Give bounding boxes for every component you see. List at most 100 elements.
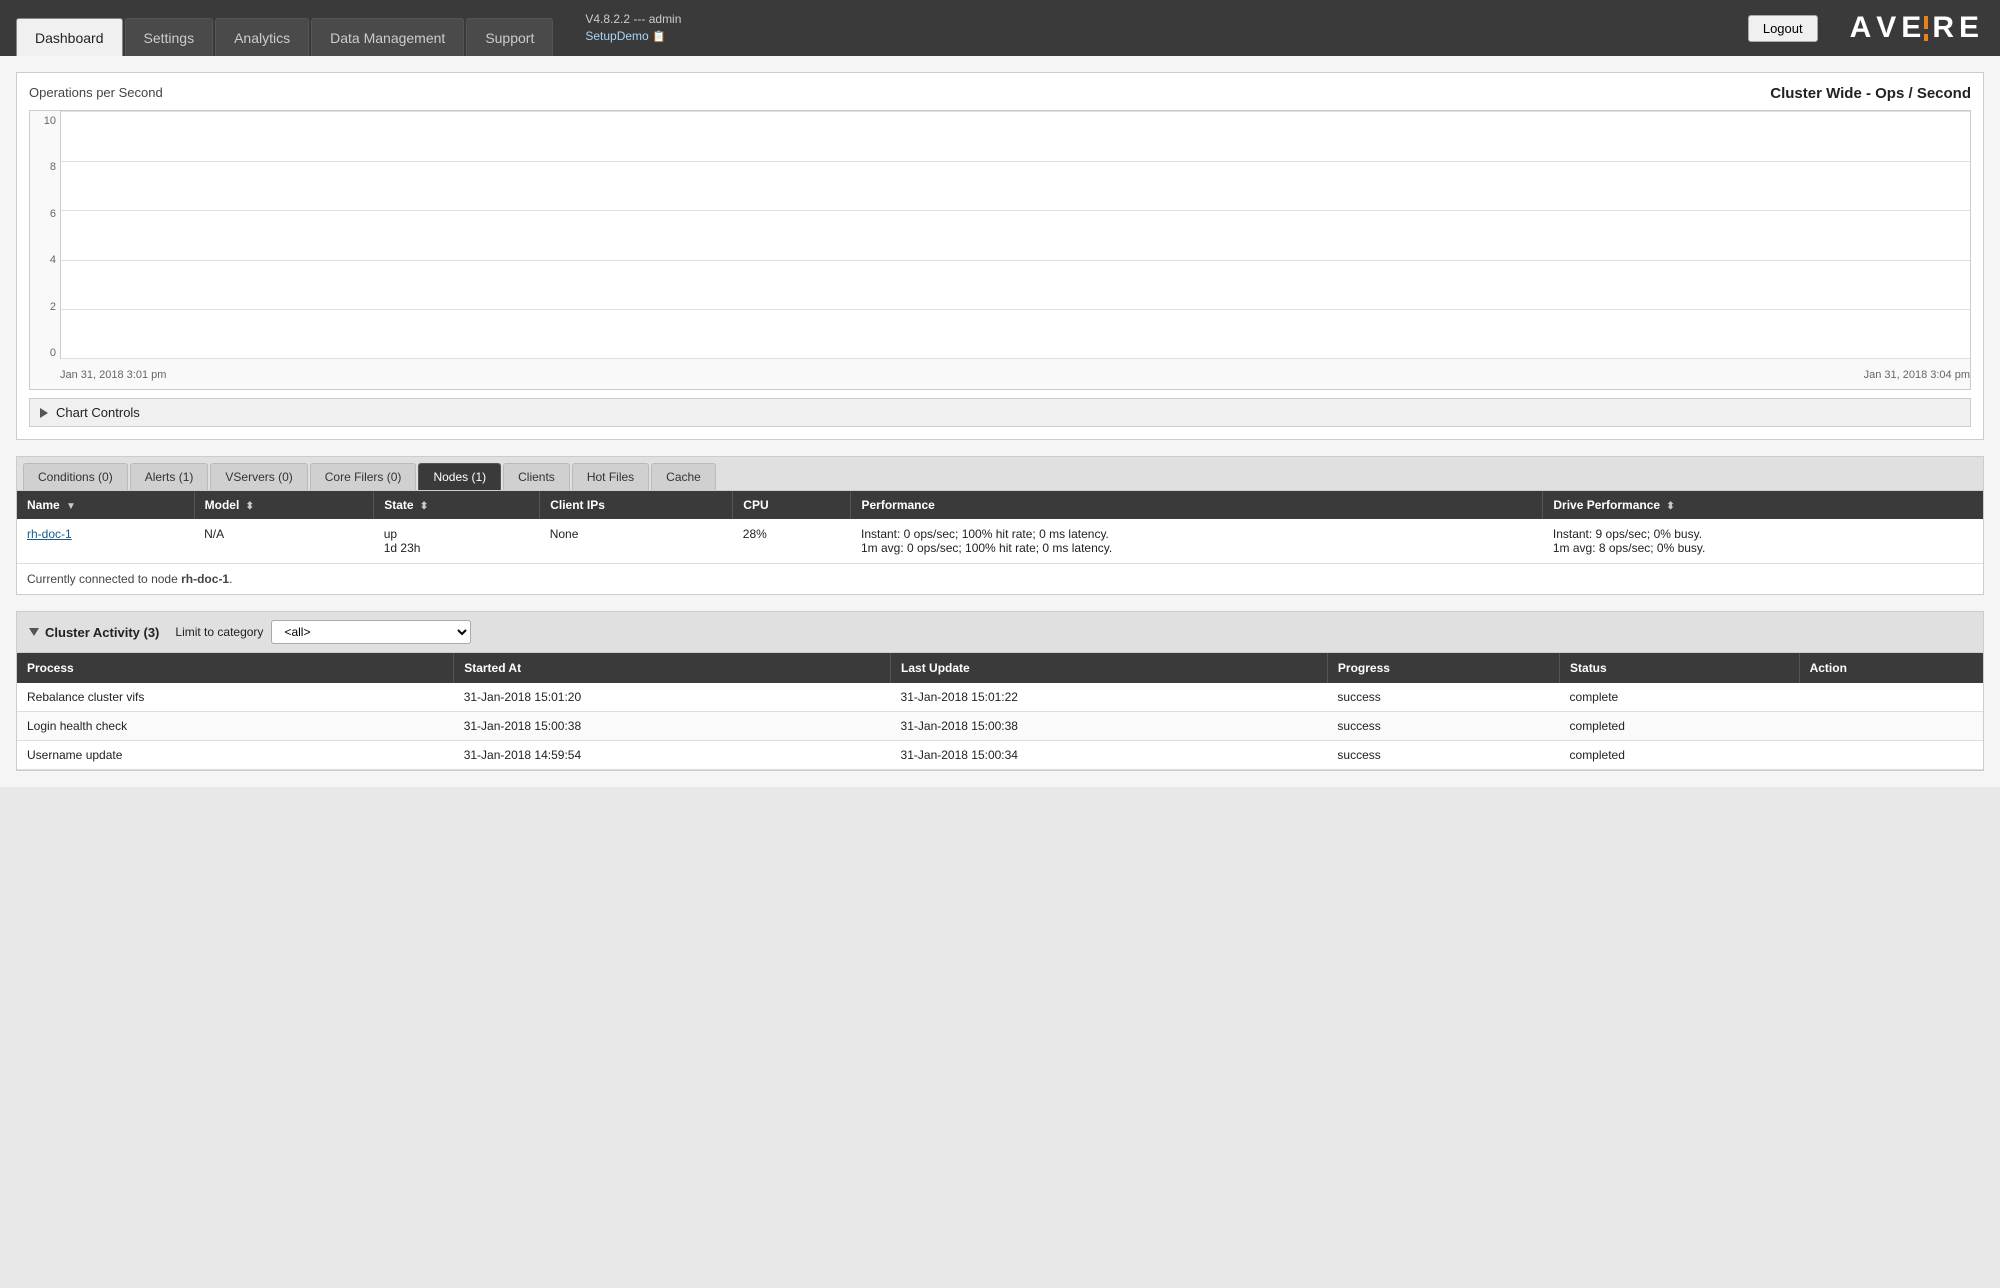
col-model: Model ⬍ <box>194 491 374 519</box>
activity-cell-action <box>1799 712 1983 741</box>
activity-rows: Rebalance cluster vifs31-Jan-2018 15:01:… <box>17 683 1983 770</box>
x-start: Jan 31, 2018 3:01 pm <box>60 369 166 381</box>
activity-row: Login health check31-Jan-2018 15:00:3831… <box>17 712 1983 741</box>
activity-cell-progress: success <box>1327 683 1559 712</box>
logo-r: R <box>1932 11 1959 45</box>
col-cpu: CPU <box>733 491 851 519</box>
col-drive-performance: Drive Performance ⬍ <box>1543 491 1983 519</box>
cell-model: N/A <box>194 519 374 564</box>
y-0: 0 <box>50 347 56 359</box>
tabs-section: Conditions (0) Alerts (1) VServers (0) C… <box>16 456 1984 595</box>
tab-core-filers[interactable]: Core Filers (0) <box>310 463 417 490</box>
avere-logo: A V E R E <box>1850 11 1984 45</box>
y-6: 6 <box>50 208 56 220</box>
activity-cell-status: completed <box>1560 741 1800 770</box>
nav-tabs: Dashboard Settings Analytics Data Manage… <box>16 0 555 56</box>
activity-cell-progress: success <box>1327 712 1559 741</box>
activity-cell-status: completed <box>1560 712 1800 741</box>
col-progress: Progress <box>1327 653 1559 683</box>
header-right: Logout A V E R E <box>1748 11 1984 45</box>
connected-node: rh-doc-1 <box>181 572 229 586</box>
sort-icon-state[interactable]: ⬍ <box>420 501 428 512</box>
activity-row: Rebalance cluster vifs31-Jan-2018 15:01:… <box>17 683 1983 712</box>
cell-name: rh-doc-1 <box>17 519 194 564</box>
cell-client-ips: None <box>540 519 733 564</box>
tab-conditions[interactable]: Conditions (0) <box>23 463 128 490</box>
col-name: Name ▼ <box>17 491 194 519</box>
tab-data-management[interactable]: Data Management <box>311 18 464 56</box>
grid-line-8 <box>61 161 1970 162</box>
limit-select[interactable]: <all> <box>271 620 471 644</box>
tab-cache[interactable]: Cache <box>651 463 716 490</box>
tab-analytics[interactable]: Analytics <box>215 18 309 56</box>
nodes-table: Name ▼ Model ⬍ State ⬍ Client IPs CPU <box>17 491 1983 564</box>
col-last-update: Last Update <box>891 653 1328 683</box>
table-row: rh-doc-1 N/A up 1d 23h None 28% Instant:… <box>17 519 1983 564</box>
tab-nodes[interactable]: Nodes (1) <box>418 463 501 490</box>
y-10: 10 <box>44 115 56 127</box>
activity-cell-started_at: 31-Jan-2018 14:59:54 <box>454 741 891 770</box>
activity-cell-last_update: 31-Jan-2018 15:01:22 <box>891 683 1328 712</box>
limit-label: Limit to category <box>175 625 263 639</box>
tab-content: Name ▼ Model ⬍ State ⬍ Client IPs CPU <box>17 491 1983 594</box>
grid-line-0 <box>61 358 1970 359</box>
version-info: V4.8.2.2 --- admin SetupDemo 📋 <box>585 11 681 45</box>
activity-cell-progress: success <box>1327 741 1559 770</box>
sort-icon-model[interactable]: ⬍ <box>246 501 254 512</box>
tab-clients[interactable]: Clients <box>503 463 570 490</box>
tab-dashboard[interactable]: Dashboard <box>16 18 123 56</box>
activity-cell-last_update: 31-Jan-2018 15:00:34 <box>891 741 1328 770</box>
grid-line-6 <box>61 210 1970 211</box>
col-status: Status <box>1560 653 1800 683</box>
col-performance: Performance <box>851 491 1543 519</box>
cluster-wide-label: Cluster Wide - Ops / Second <box>1770 85 1971 102</box>
activity-title-text: Cluster Activity (3) <box>45 625 159 640</box>
activity-collapse-icon[interactable] <box>29 628 39 636</box>
limit-category: Limit to category <all> <box>175 620 471 644</box>
activity-row: Username update31-Jan-2018 14:59:5431-Ja… <box>17 741 1983 770</box>
activity-title: Cluster Activity (3) <box>29 625 159 640</box>
tab-hot-files[interactable]: Hot Files <box>572 463 649 490</box>
tab-settings[interactable]: Settings <box>125 18 214 56</box>
activity-cell-started_at: 31-Jan-2018 15:01:20 <box>454 683 891 712</box>
sort-icon-drive[interactable]: ⬍ <box>1666 501 1674 512</box>
tab-vservers[interactable]: VServers (0) <box>210 463 307 490</box>
connected-msg: Currently connected to node rh-doc-1. <box>17 564 1983 594</box>
tab-alerts[interactable]: Alerts (1) <box>130 463 209 490</box>
col-client-ips: Client IPs <box>540 491 733 519</box>
logo-v: V <box>1876 11 1901 45</box>
setup-link[interactable]: SetupDemo 📋 <box>585 29 665 43</box>
activity-cell-process: Rebalance cluster vifs <box>17 683 454 712</box>
col-process: Process <box>17 653 454 683</box>
chart-controls-icon <box>40 408 48 418</box>
col-started-at: Started At <box>454 653 891 683</box>
tab-bar: Conditions (0) Alerts (1) VServers (0) C… <box>17 457 1983 491</box>
logo-a: A <box>1850 11 1877 45</box>
logout-button[interactable]: Logout <box>1748 15 1818 42</box>
header: Dashboard Settings Analytics Data Manage… <box>0 0 2000 56</box>
logo-e1: E <box>1901 11 1926 45</box>
cell-state: up 1d 23h <box>374 519 540 564</box>
tab-support[interactable]: Support <box>466 18 553 56</box>
activity-cell-last_update: 31-Jan-2018 15:00:38 <box>891 712 1328 741</box>
version-text: V4.8.2.2 --- admin <box>585 12 681 26</box>
logo-e2: E <box>1959 11 1984 45</box>
x-axis-labels: Jan 31, 2018 3:01 pm Jan 31, 2018 3:04 p… <box>60 361 1970 389</box>
chart-plot <box>60 111 1970 359</box>
chart-section: Operations per Second Cluster Wide - Ops… <box>16 72 1984 440</box>
node-link[interactable]: rh-doc-1 <box>27 527 72 541</box>
cell-cpu: 28% <box>733 519 851 564</box>
chart-controls-label: Chart Controls <box>56 405 140 420</box>
ops-label: Operations per Second <box>29 85 163 100</box>
y-4: 4 <box>50 254 56 266</box>
sort-icon-name[interactable]: ▼ <box>66 501 76 512</box>
y-8: 8 <box>50 161 56 173</box>
chart-controls[interactable]: Chart Controls <box>29 398 1971 427</box>
col-action: Action <box>1799 653 1983 683</box>
chart-title-row: Operations per Second Cluster Wide - Ops… <box>29 85 1971 102</box>
cell-performance: Instant: 0 ops/sec; 100% hit rate; 0 ms … <box>851 519 1543 564</box>
logo-bars <box>1924 16 1928 41</box>
grid-line-10 <box>61 111 1970 112</box>
cell-drive-performance: Instant: 9 ops/sec; 0% busy. 1m avg: 8 o… <box>1543 519 1983 564</box>
main-content: Operations per Second Cluster Wide - Ops… <box>0 56 2000 787</box>
